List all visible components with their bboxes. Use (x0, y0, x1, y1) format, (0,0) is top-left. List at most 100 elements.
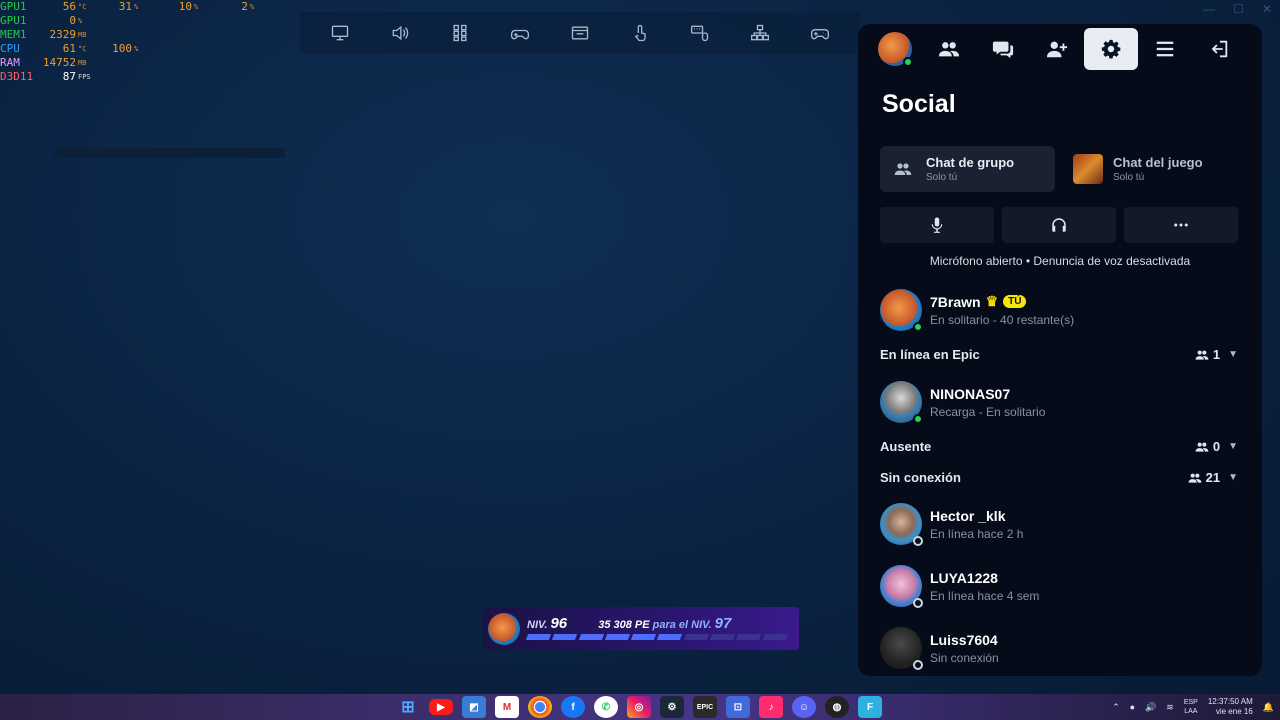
window-icon[interactable] (568, 21, 592, 45)
section-away[interactable]: Ausente 0 ▼ (880, 439, 1238, 454)
windows-start-icon[interactable]: ⊞ (396, 696, 420, 718)
more-icon (1174, 223, 1188, 227)
more-options-button[interactable] (1124, 207, 1238, 243)
progress-segment (525, 634, 552, 640)
epic-games-icon[interactable]: EPIC (693, 696, 717, 718)
overlay-value: 2 (241, 0, 248, 13)
chat-button[interactable] (976, 28, 1030, 70)
close-icon[interactable]: ✕ (1262, 2, 1272, 16)
section-count-value: 0 (1212, 439, 1221, 454)
avatar (880, 289, 923, 332)
overlay-row: MEM1 2329 MB (0, 28, 264, 42)
touch-icon[interactable] (628, 21, 652, 45)
wifi-icon[interactable]: ≋ (1166, 702, 1174, 713)
section-count-value: 21 (1205, 470, 1221, 485)
steam-icon[interactable]: ⚙ (660, 696, 684, 718)
epic-launcher-icon[interactable]: ⊡ (726, 696, 750, 718)
progress-segment (709, 634, 736, 640)
keyboard-mouse-icon[interactable] (688, 21, 712, 45)
whatsapp-icon[interactable]: ✆ (594, 696, 618, 718)
section-offline[interactable]: Sin conexión 21 ▼ (880, 470, 1238, 485)
chevron-up-icon[interactable]: ⌃ (1112, 702, 1120, 713)
clock-date: vie ene 16 (1215, 707, 1253, 716)
exit-button[interactable] (1192, 28, 1246, 70)
section-online[interactable]: En línea en Epic 1 ▼ (880, 347, 1238, 362)
section-count: 21 ▼ (1188, 470, 1238, 485)
group-icon (890, 156, 916, 182)
friends-icon (1188, 473, 1202, 483)
settings-button[interactable] (1084, 28, 1138, 70)
gmail-icon[interactable]: M (495, 696, 519, 718)
list-item[interactable]: LUYA1228 En línea hace 4 sem (880, 564, 1238, 608)
microphone-button[interactable] (880, 207, 994, 243)
friend-status: Sin conexión (930, 650, 999, 665)
volume-icon[interactable] (388, 21, 412, 45)
maximize-icon[interactable]: ☐ (1233, 2, 1244, 16)
chat-icon (992, 41, 1014, 59)
tab-game-chat[interactable]: Chat del juego Solo tú (1063, 146, 1238, 192)
language-indicator[interactable]: ESP LAA (1184, 698, 1198, 716)
xp-needed: 35 308 PE (598, 619, 650, 631)
tiktok-icon[interactable]: ♪ (759, 696, 783, 718)
section-label: Ausente (880, 439, 932, 454)
clock[interactable]: 12:37:50 AM vie ene 16 (1208, 697, 1253, 717)
tab-group-chat[interactable]: Chat de grupo Solo tú (880, 146, 1055, 192)
overlay-value: 61 (62, 42, 76, 55)
progress-segment (683, 634, 710, 640)
avatar (880, 503, 923, 546)
exit-icon (1211, 40, 1228, 58)
monitor-icon[interactable] (328, 21, 352, 45)
next-level-label: para el NIV. (652, 619, 712, 631)
discord-icon[interactable]: ☺ (792, 696, 816, 718)
menu-button[interactable] (1138, 28, 1192, 70)
friends-icon (1195, 442, 1209, 452)
headphones-button[interactable] (1002, 207, 1116, 243)
my-profile-row[interactable]: 7Brawn ♛ TÚ En solitario - 40 restante(s… (880, 288, 1238, 332)
obs-icon[interactable]: ◍ (825, 696, 849, 718)
add-friend-button[interactable] (1030, 28, 1084, 70)
overlay-unit: FPS (78, 73, 91, 81)
list-item[interactable]: Hector _klk En línea hace 2 h (880, 502, 1238, 546)
overlay-row: GPU1 56 °C 31% 10% 2% (0, 0, 264, 14)
taskbar: ⊞ ▶ ◩ M f ✆ ◎ ⚙ EPIC ⊡ ♪ ☺ ◍ F ⌃ ● 🔊 ≋ E… (0, 694, 1280, 720)
add-user-icon (1046, 41, 1068, 58)
network-icon[interactable] (748, 21, 772, 45)
progress-segment (578, 634, 604, 640)
avatar (488, 613, 520, 645)
overlay-label: CPU (0, 42, 20, 55)
friends-button[interactable] (922, 28, 976, 70)
avatar (880, 565, 923, 608)
overlay-unit: % (194, 3, 199, 11)
gamepad-touch-icon[interactable] (508, 21, 532, 45)
section-count: 0 ▼ (1195, 439, 1238, 454)
crown-icon: ♛ (985, 293, 999, 309)
my-avatar-button[interactable] (868, 28, 922, 70)
gear-icon (1101, 39, 1121, 59)
facebook-icon[interactable]: f (561, 696, 585, 718)
voice-controls (880, 207, 1238, 243)
overlay-value: 31 (118, 0, 132, 13)
friend-status: Recarga - En solitario (930, 404, 1046, 419)
files-icon[interactable]: ◩ (462, 696, 486, 718)
youtube-icon[interactable]: ▶ (429, 699, 453, 715)
fortnite-icon[interactable]: F (858, 696, 882, 718)
online-status-dot (913, 414, 923, 424)
list-item[interactable]: Luiss7604 Sin conexión (880, 626, 1238, 670)
volume-icon[interactable]: 🔊 (1145, 702, 1156, 713)
grid-icon[interactable] (448, 21, 472, 45)
notification-icon[interactable]: 🔔 (1263, 702, 1274, 713)
overlay-value: 0 (69, 14, 76, 27)
progress-segment (631, 634, 657, 640)
minimize-icon[interactable]: — (1203, 2, 1215, 16)
controller-icon[interactable] (808, 21, 832, 45)
microphone-icon (931, 217, 943, 233)
epic-label: EPIC (696, 703, 714, 711)
instagram-icon[interactable]: ◎ (627, 696, 651, 718)
network-icon[interactable]: ● (1130, 702, 1135, 712)
online-status-dot (913, 322, 923, 332)
progress-segment (736, 634, 762, 640)
game-thumbnail (1073, 154, 1103, 184)
offline-status-dot (913, 598, 923, 608)
chrome-icon[interactable] (528, 696, 552, 718)
list-item[interactable]: NINONAS07 Recarga - En solitario (880, 380, 1238, 424)
